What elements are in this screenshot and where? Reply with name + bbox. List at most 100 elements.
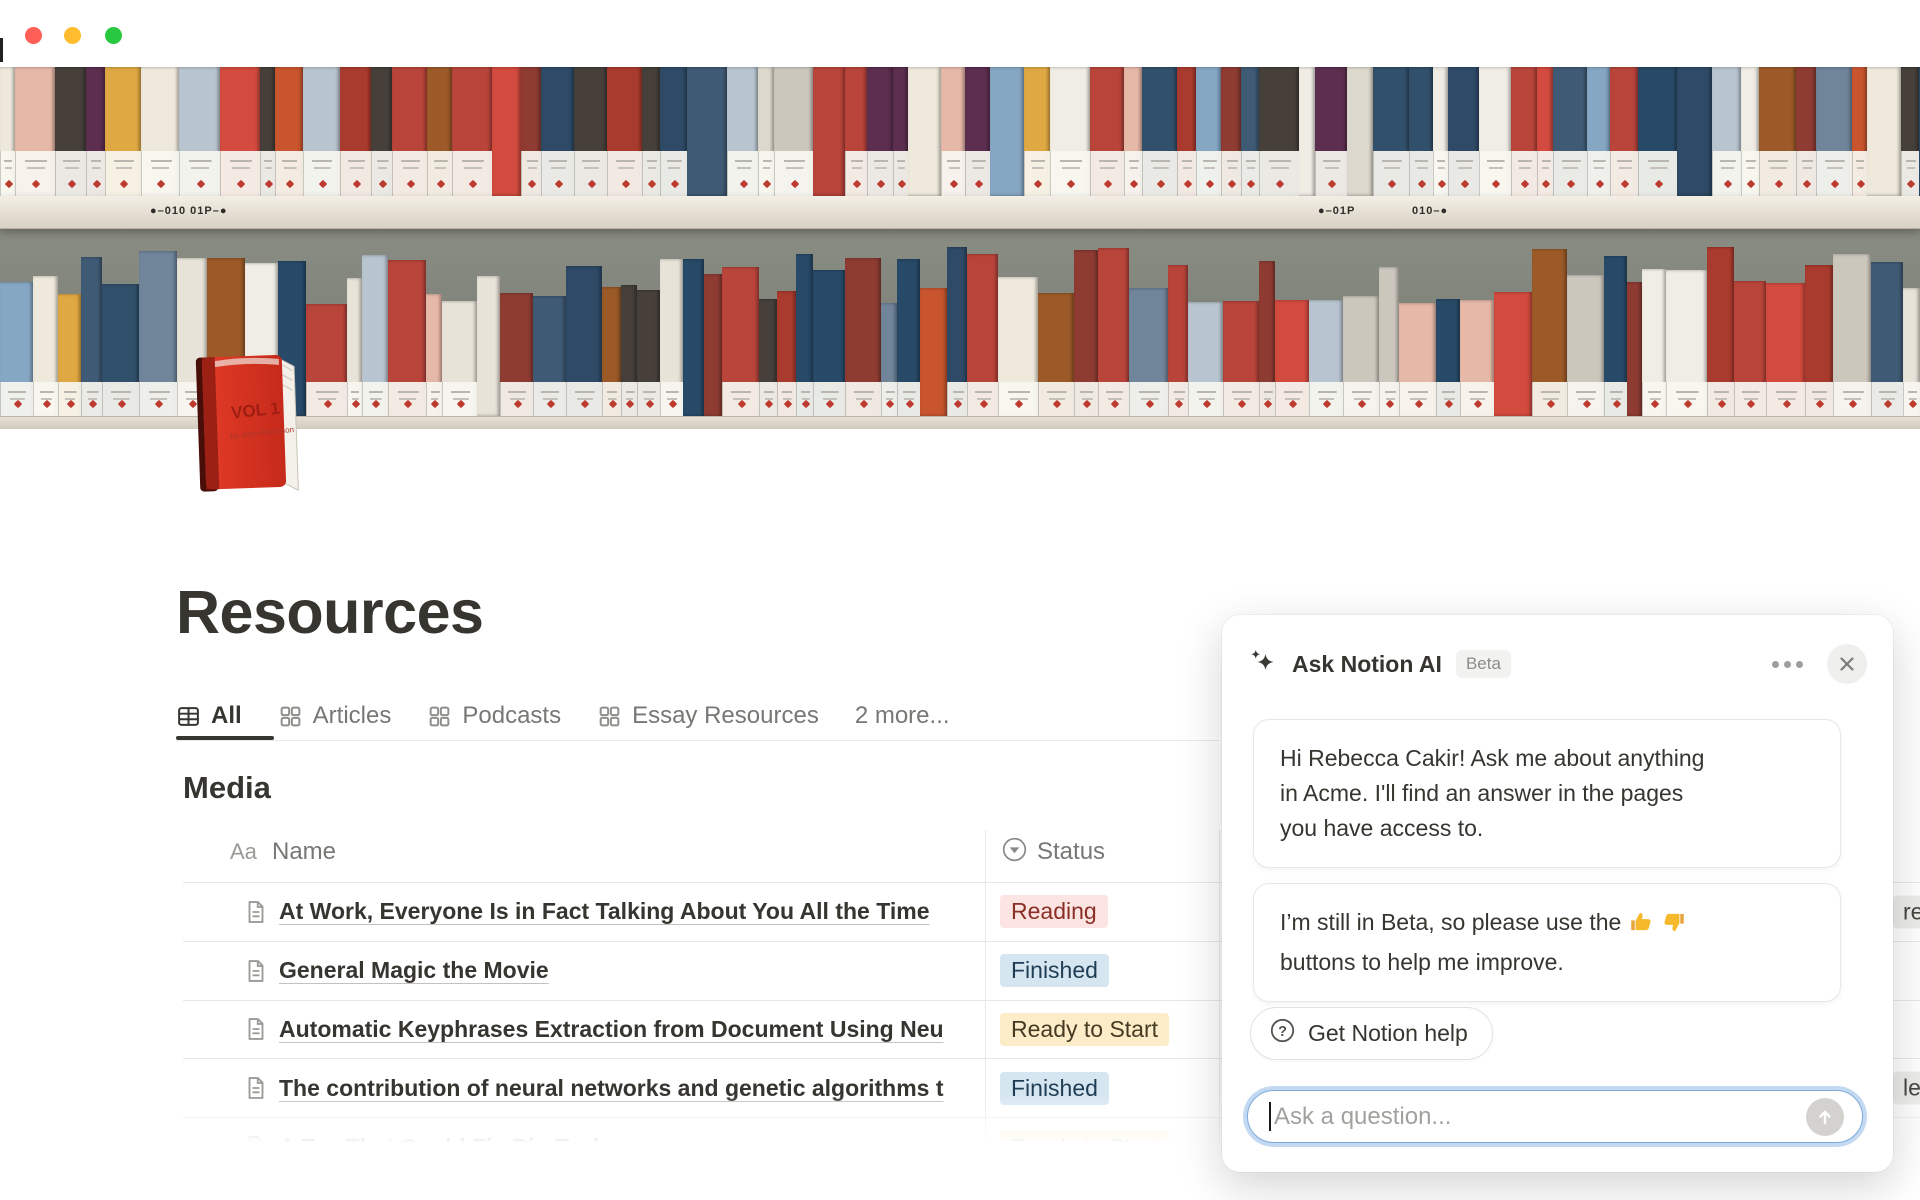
book-spine xyxy=(1666,270,1707,416)
book-spine xyxy=(1275,300,1309,416)
book-spine xyxy=(477,276,500,416)
book-spine xyxy=(1734,281,1766,416)
book-spine xyxy=(1038,293,1074,416)
row-title-link[interactable]: Automatic Keyphrases Extraction from Doc… xyxy=(279,1016,944,1043)
svg-text:?: ? xyxy=(1278,1024,1287,1040)
book-spine xyxy=(642,67,660,196)
book-spine xyxy=(1177,67,1196,196)
book-spine xyxy=(139,251,177,416)
shelf-label: ●–01P xyxy=(1318,205,1355,217)
shelf-label: ●–010 01P–● xyxy=(150,205,228,217)
book-spine xyxy=(105,67,141,196)
ask-notion-ai-panel: Ask Notion AI Beta Hi Rebecca Cakir! Ask… xyxy=(1222,615,1893,1172)
tab-label: All xyxy=(211,702,242,730)
shelf-board xyxy=(0,196,1920,229)
get-notion-help-button[interactable]: ? Get Notion help xyxy=(1250,1007,1493,1060)
send-button[interactable] xyxy=(1806,1098,1844,1136)
bookshelf-top-row xyxy=(0,67,1920,196)
book-spine xyxy=(965,67,990,196)
book-spine xyxy=(777,291,796,416)
ask-question-input[interactable] xyxy=(1247,1090,1863,1143)
book-spine xyxy=(392,67,427,196)
row-title-link[interactable]: General Magic the Movie xyxy=(279,957,549,984)
book-spine xyxy=(1796,67,1816,196)
column-header-status[interactable]: Status xyxy=(1037,838,1105,866)
traffic-light-minimize[interactable] xyxy=(64,27,81,44)
side-tag-badge[interactable]: re xyxy=(1893,895,1920,928)
page-emoji-red-book-icon[interactable]: VOL 1 by Jane Robinson xyxy=(190,352,308,499)
gallery-icon xyxy=(427,704,452,729)
book-spine xyxy=(388,260,426,416)
page-icon xyxy=(243,1016,269,1042)
column-header-name[interactable]: Name xyxy=(272,838,336,866)
more-options-button[interactable] xyxy=(1770,655,1805,674)
view-tabs: All Articles Podcasts Essay Resources 2 more… xyxy=(176,697,950,735)
tab-essay-resources[interactable]: Essay Resources xyxy=(597,702,819,730)
book-spine xyxy=(908,67,941,196)
close-button[interactable] xyxy=(1827,644,1867,684)
book-spine xyxy=(1766,283,1805,416)
tab-podcasts[interactable]: Podcasts xyxy=(427,702,561,730)
book-spine xyxy=(0,282,33,416)
tab-all[interactable]: All xyxy=(176,702,242,730)
book-spine xyxy=(1373,67,1409,196)
book-spine xyxy=(941,67,965,196)
ai-message-bubble: I’m still in Beta, so please use the but… xyxy=(1253,883,1841,1002)
message-line: you have access to. xyxy=(1280,811,1814,846)
tab-label: Podcasts xyxy=(462,702,561,730)
book-spine xyxy=(15,67,55,196)
book-spine xyxy=(1098,248,1129,416)
book-spine xyxy=(1241,67,1259,196)
screen-edge-artifact xyxy=(0,38,3,62)
book-spine xyxy=(704,274,722,416)
book-spine xyxy=(1494,292,1532,416)
book-spine xyxy=(1627,282,1642,416)
traffic-light-close[interactable] xyxy=(25,27,42,44)
book-spine xyxy=(998,277,1038,416)
book-spine xyxy=(521,67,541,196)
tab-articles[interactable]: Articles xyxy=(278,702,392,730)
book-spine xyxy=(1567,275,1604,416)
active-tab-underline xyxy=(176,736,274,740)
book-spine xyxy=(81,257,102,416)
book-spine xyxy=(1610,67,1638,196)
book-spine xyxy=(86,67,105,196)
status-badge[interactable]: Ready to Start xyxy=(1000,1013,1169,1046)
traffic-light-zoom[interactable] xyxy=(105,27,122,44)
table-icon xyxy=(176,704,201,729)
status-badge[interactable]: Finished xyxy=(1000,954,1109,987)
book-spine xyxy=(1129,288,1168,416)
book-spine xyxy=(0,67,15,196)
message-line: Hi Rebecca Cakir! Ask me about anything xyxy=(1280,741,1814,776)
message-line: buttons to help me improve. xyxy=(1280,945,1814,980)
notion-window: ●–010 01P–● ●–01P 010–● VOL 1 by Jane Ro… xyxy=(0,0,1920,1200)
row-title-link[interactable]: At Work, Everyone Is in Fact Talking Abo… xyxy=(279,898,930,925)
book-spine xyxy=(1124,67,1142,196)
book-spine xyxy=(492,67,521,196)
book-spine xyxy=(55,67,86,196)
book-spine xyxy=(1259,261,1275,416)
book-spine xyxy=(1677,67,1712,196)
book-spine xyxy=(845,258,881,416)
book-spine xyxy=(1433,67,1448,196)
page-title: Resources xyxy=(176,577,483,647)
book-spine xyxy=(1221,67,1241,196)
status-badge[interactable]: Reading xyxy=(1000,895,1108,928)
book-spine xyxy=(220,67,260,196)
book-spine xyxy=(722,267,759,416)
book-spine xyxy=(347,278,362,416)
book-spine xyxy=(774,67,813,196)
book-spine xyxy=(102,284,139,416)
tabs-overflow-button[interactable]: 2 more... xyxy=(855,702,950,730)
book-spine xyxy=(533,296,566,416)
book-spine xyxy=(637,290,660,416)
text-property-icon: Aa xyxy=(230,839,257,865)
book-spine xyxy=(1553,67,1587,196)
book-spine xyxy=(683,259,704,416)
message-line: I’m still in Beta, so please use the xyxy=(1280,905,1814,945)
book-spine xyxy=(867,67,893,196)
book-spine xyxy=(1642,269,1666,416)
book-spine xyxy=(813,67,845,196)
tab-label: Articles xyxy=(313,702,392,730)
book-spine xyxy=(1315,67,1347,196)
